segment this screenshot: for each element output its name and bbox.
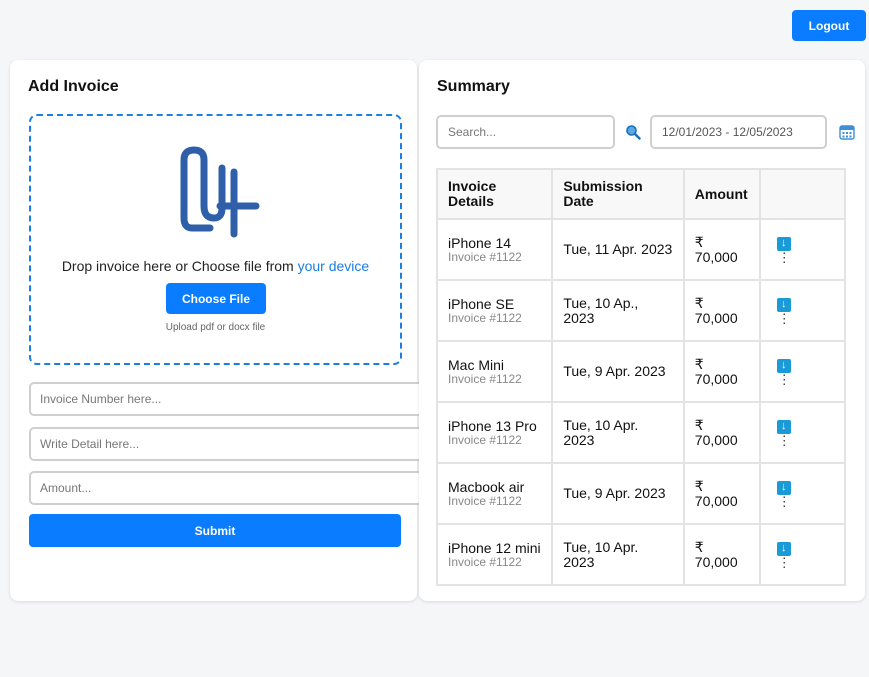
choose-file-button[interactable]: Choose File — [166, 283, 266, 314]
currency-symbol: ₹ — [694, 233, 704, 250]
submission-date-cell: Tue, 11 Apr. 2023 — [551, 218, 685, 281]
invoice-number-input[interactable] — [29, 382, 429, 416]
your-device-link[interactable]: your device — [298, 258, 370, 274]
search-input[interactable] — [436, 115, 615, 149]
item-name: iPhone 12 mini — [448, 539, 541, 556]
submission-date-cell: Tue, 9 Apr. 2023 — [551, 462, 685, 525]
currency-symbol: ₹ — [694, 416, 704, 433]
amount-value: 70,000 — [694, 553, 738, 570]
column-header-actions — [758, 168, 847, 220]
invoice-summary-table: Invoice Details Submission Date Amount i… — [435, 168, 847, 586]
more-options-icon[interactable]: ⋮ — [777, 373, 791, 386]
invoice-details-cell: Macbook air Invoice #1122 — [435, 462, 554, 525]
item-name: iPhone 14 — [448, 234, 512, 251]
currency-symbol: ₹ — [694, 538, 704, 555]
amount-cell: ₹70,000 — [682, 401, 761, 464]
invoice-details-cell: Mac Mini Invoice #1122 — [435, 340, 554, 403]
table-row: Macbook air Invoice #1122 Tue, 9 Apr. 2023… — [435, 462, 847, 525]
table-row: iPhone 14 Invoice #1122 Tue, 11 Apr. 2023 ₹… — [435, 218, 847, 281]
submission-date-cell: Tue, 10 Apr. 2023 — [551, 523, 685, 586]
invoice-dropzone[interactable]: Drop invoice here or Choose file from yo… — [29, 114, 402, 365]
table-row: iPhone SE Invoice #1122 Tue, 10 Ap., 2023 ₹… — [435, 279, 847, 342]
invoice-number: Invoice #1122 — [448, 310, 522, 325]
amount-input[interactable] — [29, 471, 429, 505]
table-row: iPhone 13 Pro Invoice #1122 Tue, 10 Apr. 2… — [435, 401, 847, 464]
add-invoice-card: Add Invoice Drop invoice here or Choose … — [10, 60, 429, 601]
amount-cell: ₹70,000 — [682, 279, 761, 342]
invoice-details-cell: iPhone 13 Pro Invoice #1122 — [435, 401, 554, 464]
invoice-number: Invoice #1122 — [448, 249, 522, 264]
amount-value: 70,000 — [694, 431, 738, 448]
submission-date-cell: Tue, 10 Ap., 2023 — [551, 279, 685, 342]
submission-date-cell: Tue, 9 Apr. 2023 — [551, 340, 685, 403]
invoice-number: Invoice #1122 — [448, 493, 522, 508]
item-name: iPhone 13 Pro — [448, 417, 537, 434]
amount-cell: ₹70,000 — [682, 340, 761, 403]
actions-cell: ↓ ⋮ — [758, 462, 847, 525]
attach-file-icon — [180, 146, 260, 238]
more-options-icon[interactable]: ⋮ — [777, 312, 791, 325]
invoice-number: Invoice #1122 — [448, 371, 522, 386]
actions-cell: ↓ ⋮ — [758, 279, 847, 342]
submission-date-cell: Tue, 10 Apr. 2023 — [551, 401, 685, 464]
detail-input[interactable] — [29, 427, 429, 461]
upload-hint: Upload pdf or docx file — [165, 322, 266, 333]
item-name: Mac Mini — [448, 356, 505, 373]
actions-cell: ↓ ⋮ — [758, 523, 847, 586]
summary-card: Summary 12/01/2023 - 12/05/2023 Invoice … — [419, 60, 865, 601]
submit-button[interactable]: Submit — [29, 514, 401, 547]
download-icon[interactable]: ↓ — [776, 297, 791, 312]
amount-value: 70,000 — [694, 492, 738, 509]
currency-symbol: ₹ — [694, 477, 704, 494]
download-icon[interactable]: ↓ — [776, 419, 791, 434]
download-icon[interactable]: ↓ — [776, 236, 791, 251]
column-header-submission-date: Submission Date — [551, 168, 685, 220]
amount-value: 70,000 — [694, 309, 738, 326]
invoice-number: Invoice #1122 — [448, 432, 522, 447]
invoice-number: Invoice #1122 — [448, 554, 522, 569]
more-options-icon[interactable]: ⋮ — [777, 556, 791, 569]
download-icon[interactable]: ↓ — [776, 541, 791, 556]
calendar-icon[interactable] — [839, 124, 855, 140]
invoice-details-cell: iPhone SE Invoice #1122 — [435, 279, 554, 342]
amount-cell: ₹70,000 — [682, 523, 761, 586]
summary-title: Summary — [437, 78, 510, 95]
invoice-details-cell: iPhone 12 mini Invoice #1122 — [435, 523, 554, 586]
amount-value: 70,000 — [694, 370, 738, 387]
download-icon[interactable]: ↓ — [776, 358, 791, 373]
search-icon[interactable] — [625, 124, 641, 140]
invoice-details-cell: iPhone 14 Invoice #1122 — [435, 218, 554, 281]
table-header-row: Invoice Details Submission Date Amount — [435, 168, 847, 220]
actions-cell: ↓ ⋮ — [758, 218, 847, 281]
actions-cell: ↓ ⋮ — [758, 340, 847, 403]
drop-text: Drop invoice here or Choose file from — [61, 258, 298, 274]
table-row: Mac Mini Invoice #1122 Tue, 9 Apr. 2023 ₹70… — [435, 340, 847, 403]
column-header-amount: Amount — [682, 168, 761, 220]
table-row: iPhone 12 mini Invoice #1122 Tue, 10 Apr. … — [435, 523, 847, 586]
item-name: Macbook air — [448, 478, 525, 495]
add-invoice-title: Add Invoice — [28, 78, 119, 95]
currency-symbol: ₹ — [694, 294, 704, 311]
more-options-icon[interactable]: ⋮ — [777, 495, 791, 508]
more-options-icon[interactable]: ⋮ — [777, 251, 791, 264]
logout-button[interactable]: Logout — [792, 10, 866, 41]
download-icon[interactable]: ↓ — [776, 480, 791, 495]
drop-instructions: Drop invoice here or Choose file from yo… — [31, 258, 400, 274]
actions-cell: ↓ ⋮ — [758, 401, 847, 464]
amount-cell: ₹70,000 — [682, 218, 761, 281]
currency-symbol: ₹ — [694, 355, 704, 372]
amount-cell: ₹70,000 — [682, 462, 761, 525]
more-options-icon[interactable]: ⋮ — [777, 434, 791, 447]
column-header-invoice-details: Invoice Details — [435, 168, 554, 220]
date-range-input[interactable]: 12/01/2023 - 12/05/2023 — [650, 115, 827, 149]
item-name: iPhone SE — [448, 295, 515, 312]
amount-value: 70,000 — [694, 248, 738, 265]
